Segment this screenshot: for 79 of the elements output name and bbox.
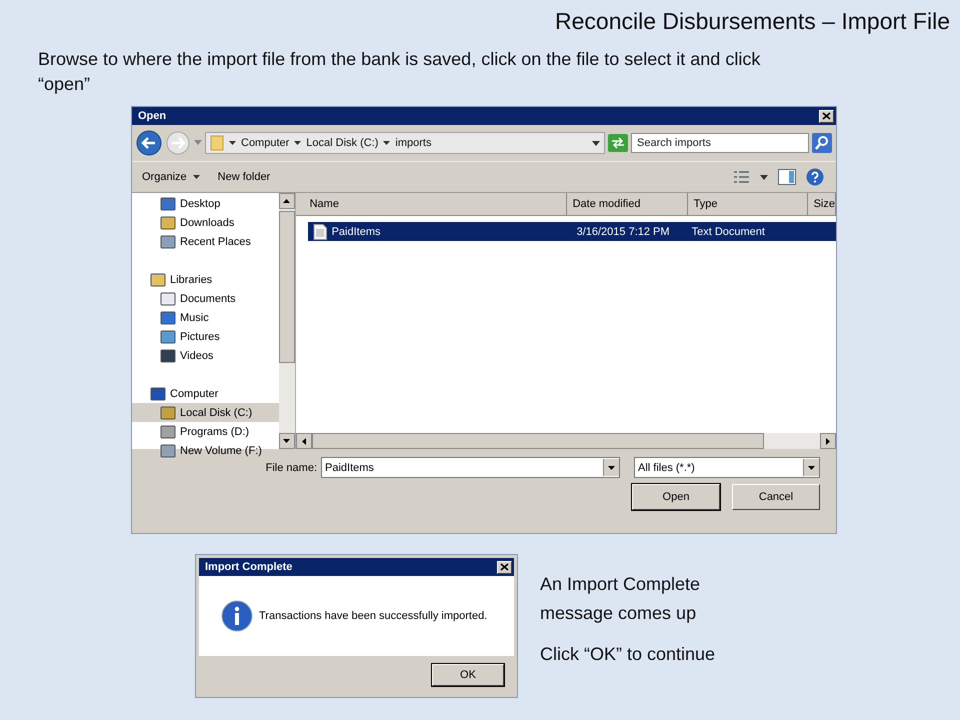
caret-icon[interactable]: [808, 466, 815, 470]
nav-icon: [160, 348, 176, 362]
nav-item[interactable]: Programs (D:): [132, 422, 279, 441]
toolbar-button[interactable]: New folder: [214, 169, 274, 185]
file-name: PaidItems: [332, 226, 381, 238]
nav-item[interactable]: Computer: [132, 384, 279, 403]
up-arrow-icon[interactable]: [283, 199, 290, 203]
close-icon: [822, 112, 831, 120]
column-header[interactable]: Size: [808, 193, 836, 215]
text-file-icon: [312, 224, 327, 240]
nav-icon: [160, 444, 176, 458]
address-bar[interactable]: Computer Local Disk (C:) imports: [205, 132, 605, 154]
nav-icon: [150, 272, 166, 286]
breadcrumb-item[interactable]: imports: [395, 137, 432, 149]
date-cell-text: 3/16/2015 7:12 PM: [576, 226, 671, 238]
nav-icon: [160, 216, 176, 230]
close-icon: [500, 563, 509, 571]
nav-item[interactable]: Music: [132, 308, 279, 327]
caret-icon[interactable]: [592, 140, 600, 146]
caret-icon[interactable]: [294, 140, 302, 146]
search-field[interactable]: Search imports: [631, 133, 809, 153]
preview-pane-icon[interactable]: [778, 169, 796, 185]
search-icon[interactable]: [812, 133, 832, 153]
back-icon[interactable]: [136, 130, 162, 156]
caret-icon[interactable]: [608, 466, 615, 470]
open-button[interactable]: Open: [632, 484, 720, 510]
nav-item[interactable]: Videos: [132, 346, 279, 365]
slide-title: Reconcile Disbursements – Import File: [555, 8, 950, 35]
file-row[interactable]: PaidItems 3/16/2015 7:12 PM Text Document: [308, 222, 836, 241]
nav-icon: [150, 386, 166, 400]
column-header[interactable]: Date modified: [566, 193, 688, 215]
cancel-button[interactable]: Cancel: [732, 484, 820, 510]
refresh-icon[interactable]: [608, 134, 628, 152]
folder-icon: [210, 135, 224, 151]
nav-item[interactable]: Pictures: [132, 327, 279, 346]
nav-icon: [160, 292, 176, 306]
window-title: Import Complete: [205, 561, 294, 573]
nav-icon: [160, 406, 176, 420]
nav-icon: [160, 234, 176, 248]
right-arrow-icon[interactable]: [826, 438, 830, 444]
caret-icon[interactable]: [760, 174, 768, 180]
close-button[interactable]: [497, 560, 512, 574]
column-header[interactable]: Type: [688, 193, 808, 215]
nav-item[interactable]: Recent Places: [132, 232, 279, 251]
view-list-icon[interactable]: [734, 171, 750, 183]
caret-icon[interactable]: [229, 140, 236, 146]
toolbar-button[interactable]: Organize: [138, 169, 204, 185]
caret-icon[interactable]: [383, 140, 390, 146]
scrollbar[interactable]: [296, 433, 836, 449]
nav-item[interactable]: New Volume (F:): [132, 441, 279, 460]
left-arrow-icon[interactable]: [302, 438, 306, 444]
note-text: An Import Complete message comes up: [540, 573, 702, 625]
breadcrumb-item[interactable]: Computer: [241, 137, 290, 149]
close-button[interactable]: [819, 110, 834, 122]
field-label: File name:: [266, 462, 317, 474]
file-type-combo[interactable]: All files (*.*): [634, 457, 820, 478]
nav-icon: [160, 196, 176, 210]
window-title: Open: [138, 110, 168, 122]
nav-icon: [160, 310, 176, 324]
ok-button[interactable]: OK: [432, 664, 504, 686]
nav-item[interactable]: Local Disk (C:): [132, 403, 279, 422]
caret-icon: [192, 174, 200, 180]
breadcrumb-item[interactable]: Local Disk (C:): [306, 137, 378, 149]
nav-item[interactable]: Documents: [132, 289, 279, 308]
scrollbar[interactable]: [278, 193, 295, 449]
instruction-text: Browse to where the import file from the bank is saved, click on the file to select it and click “open”: [38, 48, 762, 96]
nav-icon: [160, 330, 176, 344]
nav-item[interactable]: Downloads: [132, 213, 279, 232]
info-icon: [221, 600, 253, 632]
nav-item[interactable]: Libraries: [132, 270, 279, 289]
help-icon[interactable]: [806, 168, 824, 186]
nav-item[interactable]: Desktop: [132, 194, 279, 213]
type-cell-text: Text Document: [692, 226, 766, 238]
note-text: Click “OK” to continue: [540, 643, 716, 666]
nav-icon: [160, 424, 176, 438]
message-text: Transactions have been successfully imported.: [259, 610, 488, 622]
down-arrow-icon[interactable]: [283, 439, 290, 443]
column-header[interactable]: Name: [296, 193, 567, 215]
file-name-combo[interactable]: PaidItems: [321, 457, 620, 478]
